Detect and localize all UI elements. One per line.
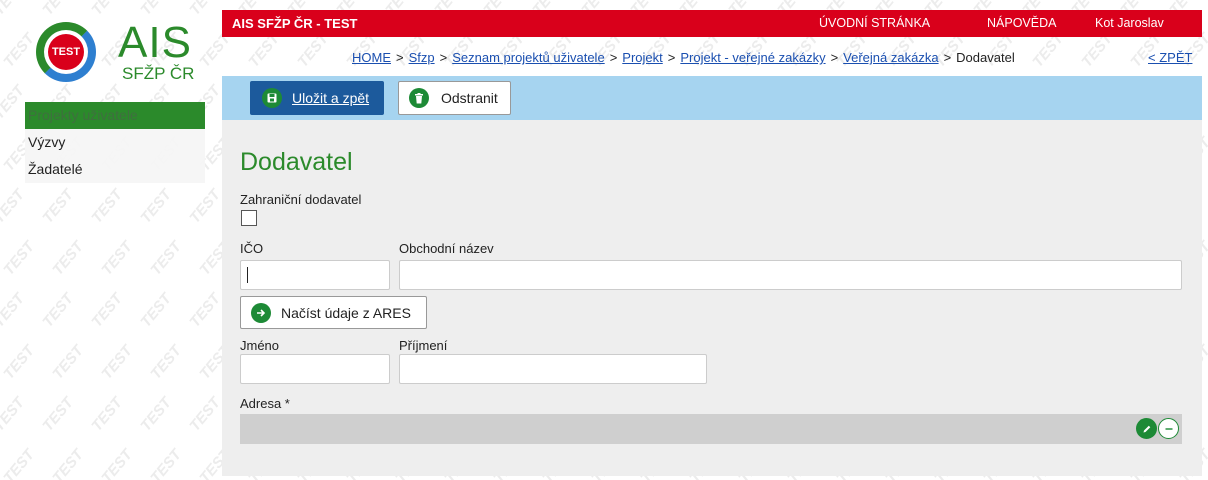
breadcrumb: HOME > Sfzp > Seznam projektů uživatele > Proj… — [352, 50, 1015, 65]
action-toolbar: Uložit a zpět Odstranit — [222, 76, 1202, 120]
sidebar-nav: Projekty uživatele Výzvy Žadatelé — [25, 102, 205, 183]
logo-sfzp-text: SFŽP ČR — [122, 64, 195, 83]
minus-icon — [1165, 427, 1172, 430]
delete-label: Odstranit — [441, 90, 498, 106]
sidebar-item-vyzvy[interactable]: Výzvy — [25, 129, 205, 156]
breadcrumb-separator: > — [396, 50, 404, 65]
left-sidebar: TEST AIS SFŽP ČR Projekty uživatele Výzv… — [0, 0, 205, 480]
breadcrumb-sfzp[interactable]: Sfzp — [409, 50, 435, 65]
main-content: Dodavatel Zahraniční dodavatel IČO Obcho… — [222, 120, 1202, 476]
ico-input[interactable] — [240, 260, 390, 290]
sidebar-item-zadatele[interactable]: Žadatelé — [25, 156, 205, 183]
breadcrumb-current: Dodavatel — [956, 50, 1015, 65]
breadcrumb-home[interactable]: HOME — [352, 50, 391, 65]
arrow-right-icon — [251, 302, 271, 323]
text-cursor — [247, 267, 248, 283]
save-and-back-label: Uložit a zpět — [292, 90, 370, 106]
edit-address-button[interactable] — [1136, 418, 1157, 439]
last-name-input[interactable] — [399, 354, 707, 384]
sidebar-item-label: Projekty uživatele — [28, 107, 138, 123]
ais-logo[interactable]: TEST AIS SFŽP ČR — [36, 18, 196, 84]
delete-button[interactable]: Odstranit — [398, 81, 511, 115]
user-name-link[interactable]: Kot Jaroslav — [1095, 10, 1164, 37]
breadcrumb-separator: > — [830, 50, 839, 65]
help-link[interactable]: NÁPOVĚDA — [987, 10, 1056, 37]
last-name-label: Příjmení — [399, 338, 448, 353]
foreign-supplier-label: Zahraniční dodavatel — [240, 192, 362, 207]
load-from-ares-label: Načíst údaje z ARES — [281, 304, 411, 321]
breadcrumb-project-public-contracts[interactable]: Projekt - veřejné zakázky — [680, 50, 825, 65]
breadcrumb-project[interactable]: Projekt — [622, 50, 662, 65]
breadcrumb-public-contract[interactable]: Veřejná zakázka — [843, 50, 938, 65]
business-name-label: Obchodní název — [399, 241, 494, 256]
load-from-ares-button[interactable]: Načíst údaje z ARES — [240, 296, 427, 329]
sidebar-item-projekty-uzivatele[interactable]: Projekty uživatele — [25, 102, 205, 129]
breadcrumb-separator: > — [943, 50, 952, 65]
remove-address-button[interactable] — [1158, 418, 1179, 439]
page-title: Dodavatel — [240, 148, 353, 176]
first-name-label: Jméno — [240, 338, 280, 353]
logo-test-badge: TEST — [48, 34, 84, 70]
breadcrumb-user-projects[interactable]: Seznam projektů uživatele — [452, 50, 604, 65]
home-page-link[interactable]: ÚVODNÍ STRÁNKA — [819, 10, 930, 37]
trash-icon — [409, 88, 429, 108]
sidebar-item-label: Výzvy — [28, 134, 66, 150]
save-and-back-button[interactable]: Uložit a zpět — [250, 81, 384, 115]
pencil-icon — [1143, 425, 1150, 432]
sidebar-item-label: Žadatelé — [28, 161, 83, 177]
top-header: AIS SFŽP ČR - TEST ÚVODNÍ STRÁNKA NÁPOVĚ… — [222, 10, 1202, 37]
back-link[interactable]: < ZPĚT — [1148, 50, 1192, 65]
app-title: AIS SFŽP ČR - TEST — [232, 16, 358, 31]
first-name-input[interactable] — [240, 354, 390, 384]
breadcrumb-separator: > — [667, 50, 676, 65]
breadcrumb-separator: > — [609, 50, 618, 65]
address-label: Adresa * — [240, 396, 290, 411]
ico-label: IČO — [240, 241, 264, 256]
business-name-input[interactable] — [399, 260, 1182, 290]
foreign-supplier-checkbox[interactable] — [241, 210, 257, 226]
save-icon — [262, 88, 282, 108]
logo-ais-text: AIS — [118, 18, 192, 67]
breadcrumb-separator: > — [439, 50, 448, 65]
address-field — [240, 414, 1182, 444]
